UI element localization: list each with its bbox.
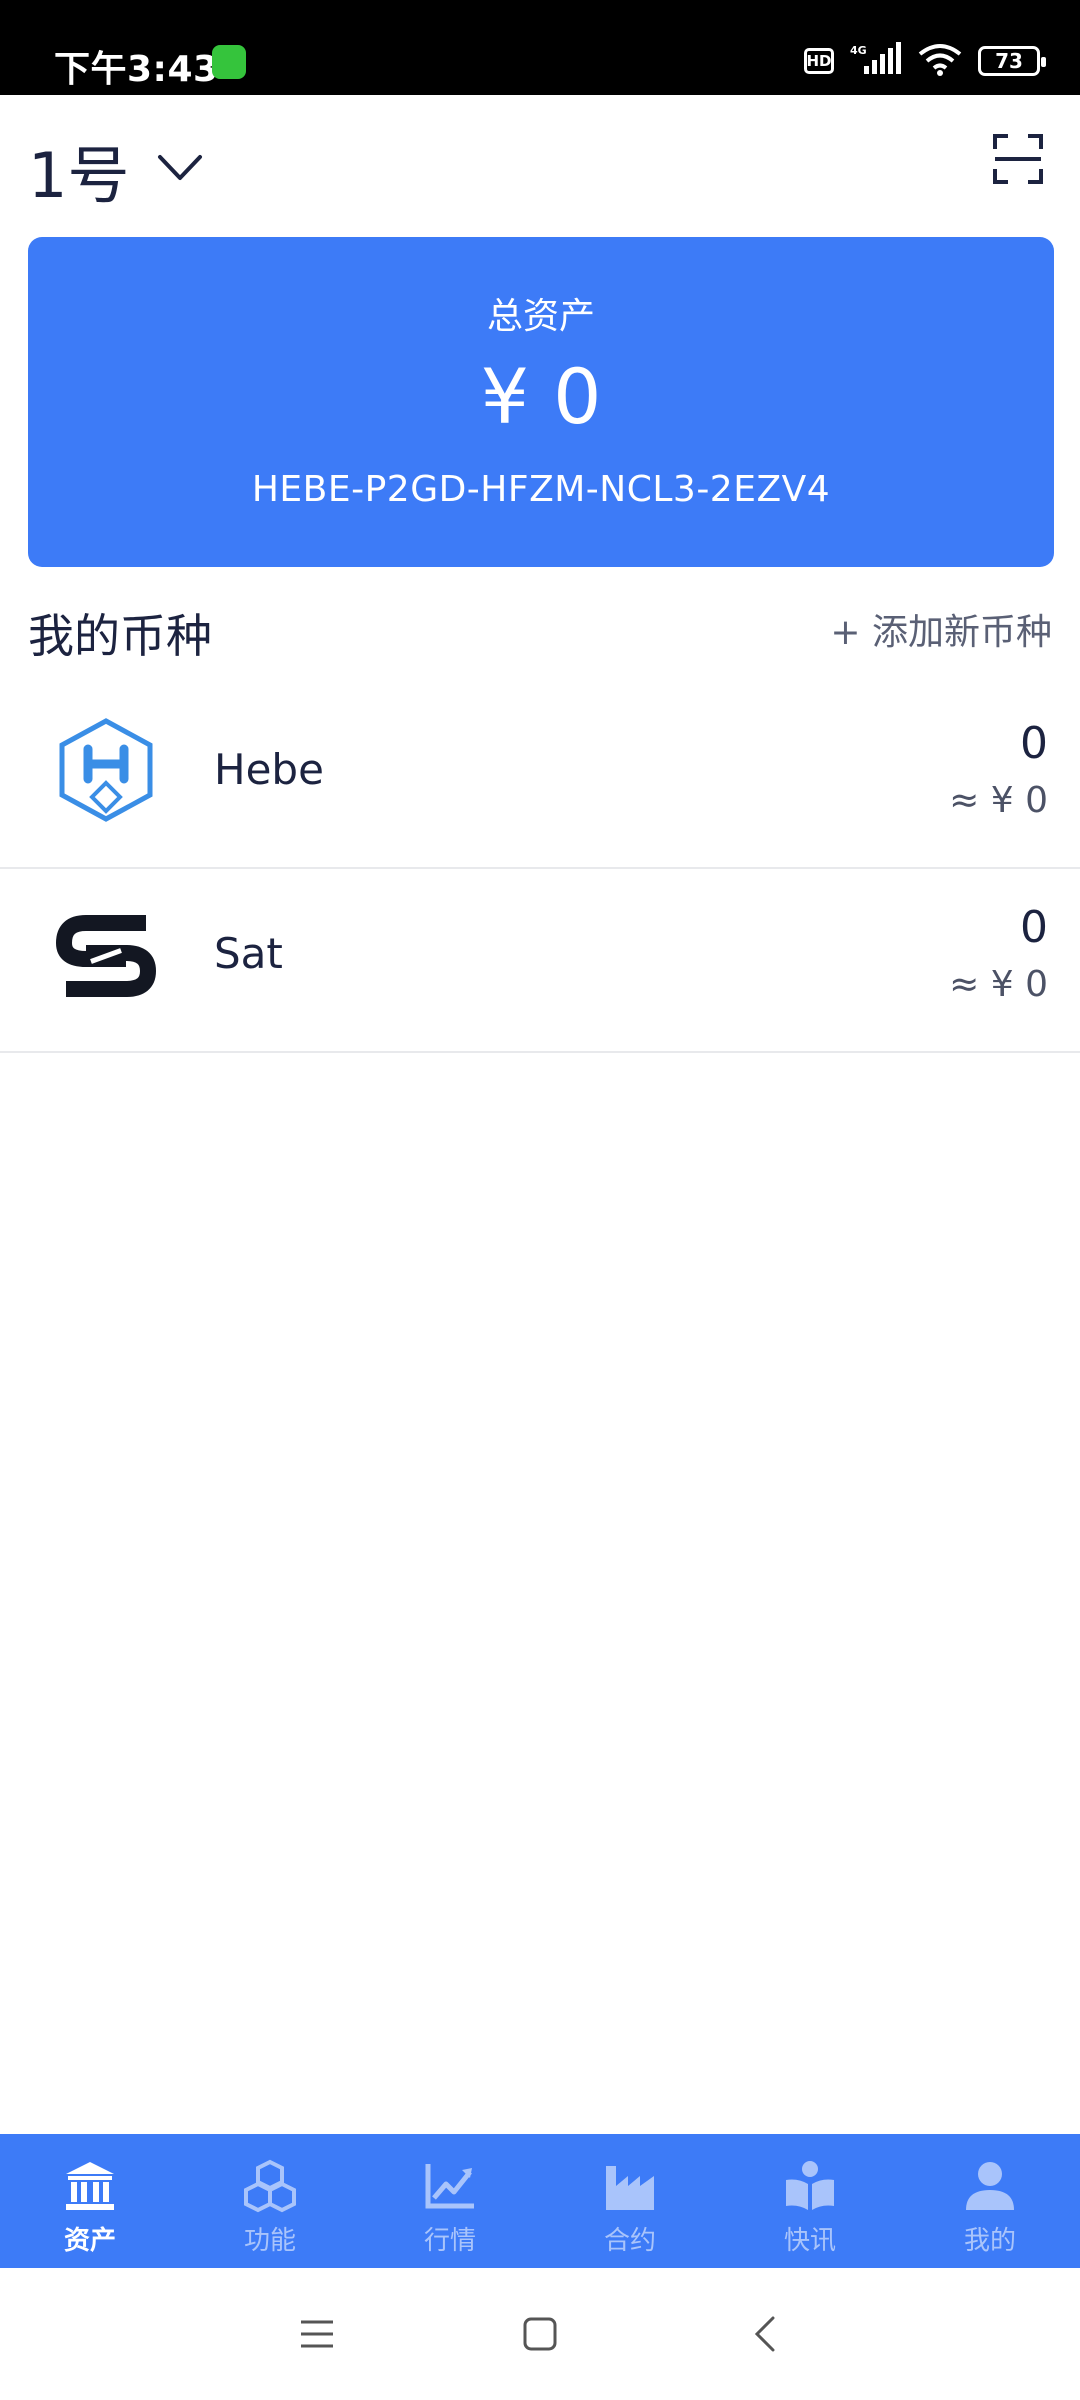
- coin-fiat-value: ≈ ¥ 0: [949, 964, 1048, 1005]
- bank-icon: [66, 2162, 114, 2210]
- back-chevron-icon: [754, 2316, 775, 2352]
- wallet-address[interactable]: HEBE-P2GD-HFZM-NCL3-2EZV4: [28, 469, 1054, 510]
- reader-icon: [786, 2161, 834, 2210]
- header: 1号: [0, 95, 1080, 235]
- total-asset-label: 总资产: [486, 296, 595, 337]
- tab-market[interactable]: 行情: [360, 2134, 540, 2268]
- tab-label: 资产: [63, 2226, 116, 2256]
- coin-fiat-value: ≈ ¥ 0: [949, 780, 1048, 821]
- tab-assets[interactable]: 资产: [0, 2134, 180, 2268]
- wifi-icon: [918, 42, 962, 80]
- tab-functions[interactable]: 功能: [180, 2134, 360, 2268]
- coin-name: Sat: [214, 929, 283, 978]
- status-icons: HD 4G 73: [804, 42, 1046, 80]
- coin-amount: 0: [1020, 902, 1048, 953]
- sat-logo-icon: [56, 901, 156, 1011]
- app-notification-icon: [212, 45, 246, 79]
- coin-row-hebe[interactable]: Hebe 0 ≈ ¥ 0: [0, 685, 1080, 869]
- coin-name: Hebe: [214, 745, 324, 794]
- tab-label: 快讯: [783, 2226, 836, 2256]
- bottom-tab-bar: 资产 功能 行情 合约 快讯 我的: [0, 2134, 1080, 2268]
- factory-icon: [606, 2166, 654, 2210]
- tab-label: 功能: [243, 2226, 296, 2256]
- tab-profile[interactable]: 我的: [900, 2134, 1080, 2268]
- add-coin-button[interactable]: + 添加新币种: [830, 603, 1052, 655]
- coin-amount: 0: [1020, 718, 1048, 769]
- scan-icon: [993, 134, 1043, 184]
- tab-label: 合约: [603, 2226, 656, 2256]
- total-asset-value: ¥ 0: [480, 352, 602, 441]
- home-square-icon: [523, 2317, 557, 2351]
- home-nav-button[interactable]: [516, 2310, 564, 2358]
- status-bar: 下午3:43 HD 4G 73: [0, 0, 1080, 95]
- tab-news[interactable]: 快讯: [720, 2134, 900, 2268]
- my-coins-title: 我的币种: [28, 609, 212, 663]
- network-label: 4G: [850, 44, 867, 57]
- scan-button[interactable]: [992, 133, 1044, 185]
- hd-icon: HD: [804, 48, 834, 74]
- chevron-down-icon: [157, 154, 203, 186]
- tab-contracts[interactable]: 合约: [540, 2134, 720, 2268]
- tab-label: 行情: [423, 2226, 476, 2256]
- battery-icon: 73: [978, 46, 1046, 76]
- back-nav-button[interactable]: [743, 2310, 791, 2358]
- user-icon: [966, 2162, 1014, 2210]
- chart-line-icon: [425, 2164, 474, 2209]
- menu-nav-button[interactable]: [293, 2310, 341, 2358]
- hebe-logo-icon: [56, 717, 156, 827]
- tab-label: 我的: [963, 2226, 1016, 2256]
- status-time: 下午3:43: [54, 49, 219, 90]
- coin-row-sat[interactable]: Sat 0 ≈ ¥ 0: [0, 869, 1080, 1053]
- cubes-icon: [244, 2159, 296, 2213]
- total-asset-card[interactable]: 总资产 ¥ 0 HEBE-P2GD-HFZM-NCL3-2EZV4: [28, 237, 1054, 567]
- system-navigation-bar: [0, 2268, 1080, 2400]
- signal-icon: 4G: [850, 42, 902, 80]
- app-page: 下午3:43 HD 4G 73 1号 总资产 ¥ 0 HEBE-P2GD-HFZ…: [0, 0, 1080, 2400]
- account-name: 1号: [28, 139, 130, 212]
- coin-list: Hebe 0 ≈ ¥ 0 Sat 0 ≈ ¥ 0: [0, 685, 1080, 1053]
- menu-icon: [301, 2320, 333, 2348]
- account-switcher[interactable]: 1号: [28, 125, 203, 215]
